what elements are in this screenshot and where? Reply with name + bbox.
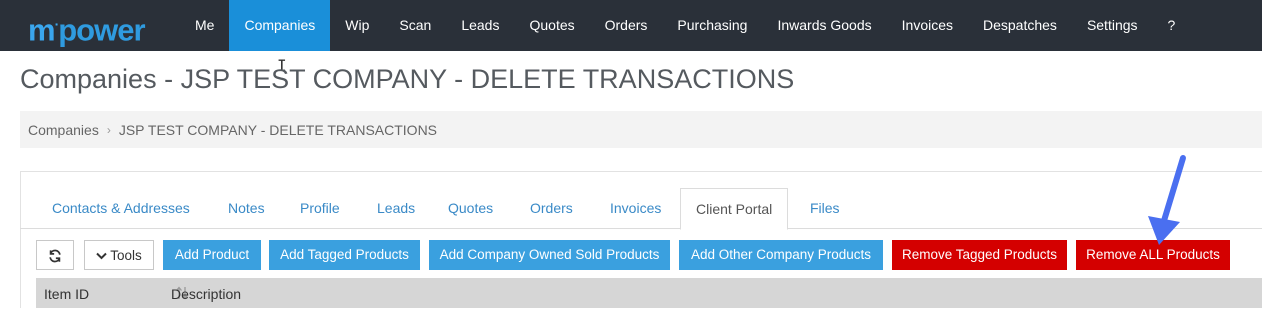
nav-item-orders[interactable]: Orders (590, 0, 663, 51)
annotation-arrow-icon (1148, 155, 1186, 245)
nav-item-wip[interactable]: Wip (330, 0, 384, 51)
nav-item-companies[interactable]: Companies (229, 0, 331, 51)
nav-item-help[interactable]: ? (1153, 0, 1191, 51)
column-description[interactable]: Description (171, 278, 241, 308)
add-tagged-products-button[interactable]: Add Tagged Products (269, 240, 420, 270)
top-navbar: m·power Me Companies Wip Scan Leads Quot… (0, 0, 1262, 51)
nav-item-inwards-goods[interactable]: Inwards Goods (762, 0, 886, 51)
tools-dropdown-button[interactable]: Tools (84, 240, 154, 270)
nav-item-despatches[interactable]: Despatches (968, 0, 1072, 51)
nav-item-quotes[interactable]: Quotes (514, 0, 589, 51)
tab-contacts-addresses[interactable]: Contacts & Addresses (52, 188, 190, 229)
tab-files[interactable]: Files (810, 188, 840, 229)
tab-leads[interactable]: Leads (377, 188, 415, 229)
tab-client-portal[interactable]: Client Portal (680, 188, 789, 230)
nav-item-settings[interactable]: Settings (1072, 0, 1153, 51)
tab-invoices[interactable]: Invoices (610, 188, 661, 229)
add-other-company-products-button[interactable]: Add Other Company Products (679, 240, 883, 270)
add-company-owned-sold-products-button[interactable]: Add Company Owned Sold Products (429, 240, 670, 270)
nav-item-leads[interactable]: Leads (446, 0, 514, 51)
tab-bar: Contacts & Addresses Notes Profile Leads… (20, 188, 1262, 230)
chevron-right-icon: › (106, 122, 111, 137)
column-item-id[interactable]: Item ID (44, 278, 89, 308)
remove-tagged-products-button[interactable]: Remove Tagged Products (892, 240, 1067, 270)
refresh-button[interactable] (36, 240, 74, 270)
add-product-button[interactable]: Add Product (163, 240, 261, 270)
tab-profile[interactable]: Profile (300, 188, 340, 229)
tab-quotes[interactable]: Quotes (448, 188, 493, 229)
breadcrumb: Companies › JSP TEST COMPANY - DELETE TR… (20, 111, 1262, 148)
main-nav: Me Companies Wip Scan Leads Quotes Order… (180, 0, 1190, 51)
mpower-logo[interactable]: m·power (28, 7, 146, 47)
nav-item-me[interactable]: Me (180, 0, 229, 51)
tools-label: Tools (110, 248, 142, 263)
table-header: Item ID Description (36, 278, 1262, 308)
tab-notes[interactable]: Notes (228, 188, 265, 229)
nav-item-purchasing[interactable]: Purchasing (662, 0, 762, 51)
refresh-icon (49, 249, 61, 263)
chevron-down-icon (96, 252, 107, 260)
breadcrumb-companies-link[interactable]: Companies (28, 122, 99, 138)
tab-orders[interactable]: Orders (530, 188, 573, 229)
page-title: Companies - JSP TEST COMPANY - DELETE TR… (20, 64, 795, 94)
breadcrumb-current: JSP TEST COMPANY - DELETE TRANSACTIONS (118, 121, 438, 138)
nav-item-scan[interactable]: Scan (384, 0, 446, 51)
nav-item-invoices[interactable]: Invoices (887, 0, 968, 51)
